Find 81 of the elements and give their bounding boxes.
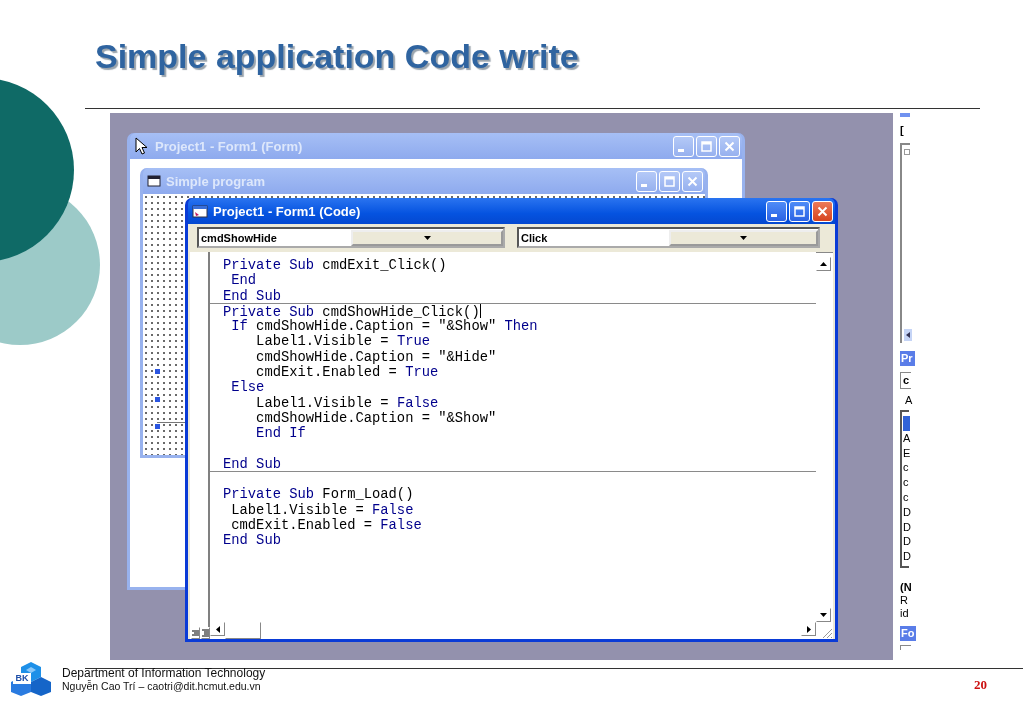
code-icon (192, 204, 208, 218)
caret-icon (215, 625, 220, 633)
code-line: cmdShowHide.Caption = "&Show" (255, 410, 498, 426)
code-line: Label1.Visible = True (255, 334, 431, 350)
panel-title: Pr (900, 351, 915, 366)
code-line: End (230, 273, 258, 289)
minimize-button[interactable] (766, 200, 787, 222)
panel-title: Fo (900, 626, 917, 641)
minimize-icon (771, 213, 777, 217)
code-line: Label1.Visible = False (230, 502, 415, 518)
caret-icon (806, 625, 811, 633)
minimize-icon (641, 183, 647, 187)
scroll-left-button[interactable] (210, 622, 225, 636)
scroll-left-button[interactable] (904, 329, 912, 341)
procedure-view-button[interactable] (191, 627, 200, 639)
code-line: End Sub (223, 533, 282, 549)
author-credit: Nguyễn Cao Trí – caotri@dit.hcmut.edu.vn (62, 680, 261, 692)
window-title: Project1 - Form1 (Form) (155, 138, 304, 154)
lines-icon (202, 629, 209, 637)
panel-tab[interactable]: A (900, 393, 920, 407)
code-line: End If (255, 426, 307, 442)
module-view-button[interactable] (201, 627, 210, 639)
code-line: If cmdShowHide.Caption = "&Show" Then (230, 319, 539, 335)
window-title: Simple program (166, 173, 266, 189)
mouse-pointer-icon (134, 137, 150, 155)
code-line: Private Sub cmdExit_Click() (223, 258, 448, 273)
description-text: id (900, 607, 910, 620)
property-row[interactable]: D (903, 504, 909, 520)
code-line: cmdShowHide.Caption = "&Hide" (255, 349, 498, 365)
close-icon (817, 205, 828, 217)
code-line: Private Sub cmdShowHide_Click() (223, 303, 481, 320)
close-icon (724, 140, 735, 152)
minimize-icon (678, 148, 684, 152)
caret-icon (820, 262, 827, 266)
resize-grip-icon (821, 627, 833, 639)
property-row[interactable]: D (903, 534, 909, 550)
code-line: End Sub (223, 288, 282, 304)
close-button[interactable] (682, 170, 703, 192)
description-title: (N (900, 580, 913, 594)
property-row[interactable]: D (903, 519, 909, 535)
close-button[interactable] (719, 135, 740, 157)
code-line: cmdExit.Enabled = True (256, 365, 440, 381)
code-line: Private Sub Form_Load() (223, 487, 415, 503)
selection-handle[interactable] (155, 397, 160, 402)
panel-title-bar (900, 113, 910, 117)
property-row[interactable]: c (903, 490, 909, 505)
maximize-icon (664, 175, 675, 187)
page-number: 20 (974, 676, 987, 693)
close-button[interactable] (812, 200, 833, 222)
property-row[interactable]: D (903, 549, 909, 564)
selection-handle[interactable] (155, 424, 160, 429)
maximize-icon (701, 140, 712, 152)
property-row[interactable]: A (903, 430, 909, 446)
lines-icon (192, 630, 199, 636)
object-dropdown[interactable]: c (900, 372, 911, 389)
code-line: Label1.Visible = False (255, 395, 440, 411)
department-name: Department of Information Technology (62, 667, 266, 680)
caret-icon (739, 235, 747, 240)
toolbar-glyph: [ (900, 123, 905, 137)
property-row[interactable]: E (903, 445, 909, 461)
caret-icon (906, 332, 910, 338)
selection-handle[interactable] (155, 369, 160, 374)
scroll-thumb[interactable] (225, 622, 261, 639)
description-text: R (900, 594, 909, 607)
caret-icon (423, 235, 431, 240)
property-row[interactable]: c (903, 475, 909, 490)
slide-title: Simple application Code write (94, 36, 579, 76)
dropdown[interactable]: cmdShowHide (197, 227, 505, 248)
logo: BK (10, 661, 52, 697)
property-row[interactable]: c (903, 460, 909, 476)
window-title: Project1 - Form1 (Code) (213, 203, 362, 219)
expand-icon (904, 149, 910, 155)
code-line: cmdExit.Enabled = False (231, 518, 423, 534)
close-icon (687, 175, 698, 187)
caret-icon (820, 613, 827, 617)
maximize-icon (794, 205, 805, 217)
form-icon (147, 175, 161, 187)
maximize-button[interactable] (789, 200, 810, 222)
code-line: Else (230, 380, 266, 396)
dropdown[interactable]: Click (517, 227, 820, 248)
code-line: End Sub (223, 456, 282, 473)
